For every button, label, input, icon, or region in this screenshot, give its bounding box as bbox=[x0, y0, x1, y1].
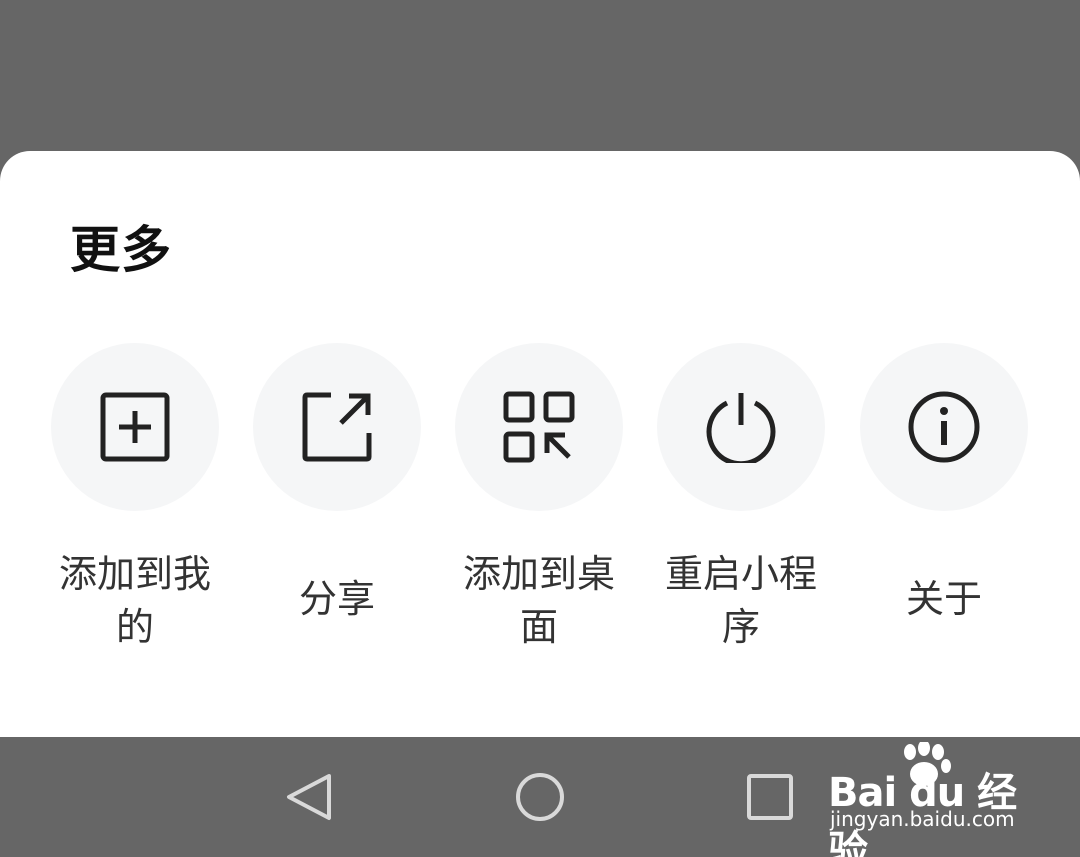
action-icon-circle bbox=[253, 343, 421, 511]
home-circle-icon bbox=[516, 773, 564, 821]
action-icon-circle bbox=[860, 343, 1028, 511]
home-button[interactable] bbox=[505, 762, 575, 832]
back-triangle-icon bbox=[287, 774, 331, 820]
info-icon bbox=[908, 391, 980, 463]
power-icon bbox=[706, 393, 776, 463]
action-label: 添加到我的 bbox=[58, 552, 211, 649]
back-button[interactable] bbox=[275, 762, 345, 832]
add-square-icon bbox=[100, 392, 170, 462]
share-button[interactable]: 分享 bbox=[236, 343, 438, 663]
baidu-jingyan-watermark: Bai du 经验 jingyan.baidu.com bbox=[828, 742, 1028, 857]
action-icon-circle bbox=[455, 343, 623, 511]
action-label: 关于 bbox=[905, 577, 982, 621]
share-icon bbox=[302, 392, 372, 462]
watermark-url: jingyan.baidu.com bbox=[830, 807, 1015, 831]
about-button[interactable]: 关于 bbox=[843, 343, 1045, 663]
recents-square-icon bbox=[747, 774, 793, 820]
add-to-desktop-icon bbox=[503, 391, 575, 463]
recents-button[interactable] bbox=[735, 762, 805, 832]
add-to-desktop-button[interactable]: 添加到桌面 bbox=[438, 343, 640, 663]
action-label: 分享 bbox=[298, 577, 375, 621]
action-label: 重启小程序 bbox=[664, 552, 817, 649]
add-to-mine-button[interactable]: 添加到我的 bbox=[34, 343, 236, 663]
sheet-title: 更多 bbox=[70, 221, 172, 279]
action-icon-circle bbox=[51, 343, 219, 511]
action-icon-circle bbox=[657, 343, 825, 511]
screen: 更多 添加到我的 分享 添加到桌面 重启小程序 关于 Bai du 经验 jin… bbox=[0, 0, 1080, 857]
restart-miniprogram-button[interactable]: 重启小程序 bbox=[640, 343, 842, 663]
action-label: 添加到桌面 bbox=[462, 552, 615, 649]
